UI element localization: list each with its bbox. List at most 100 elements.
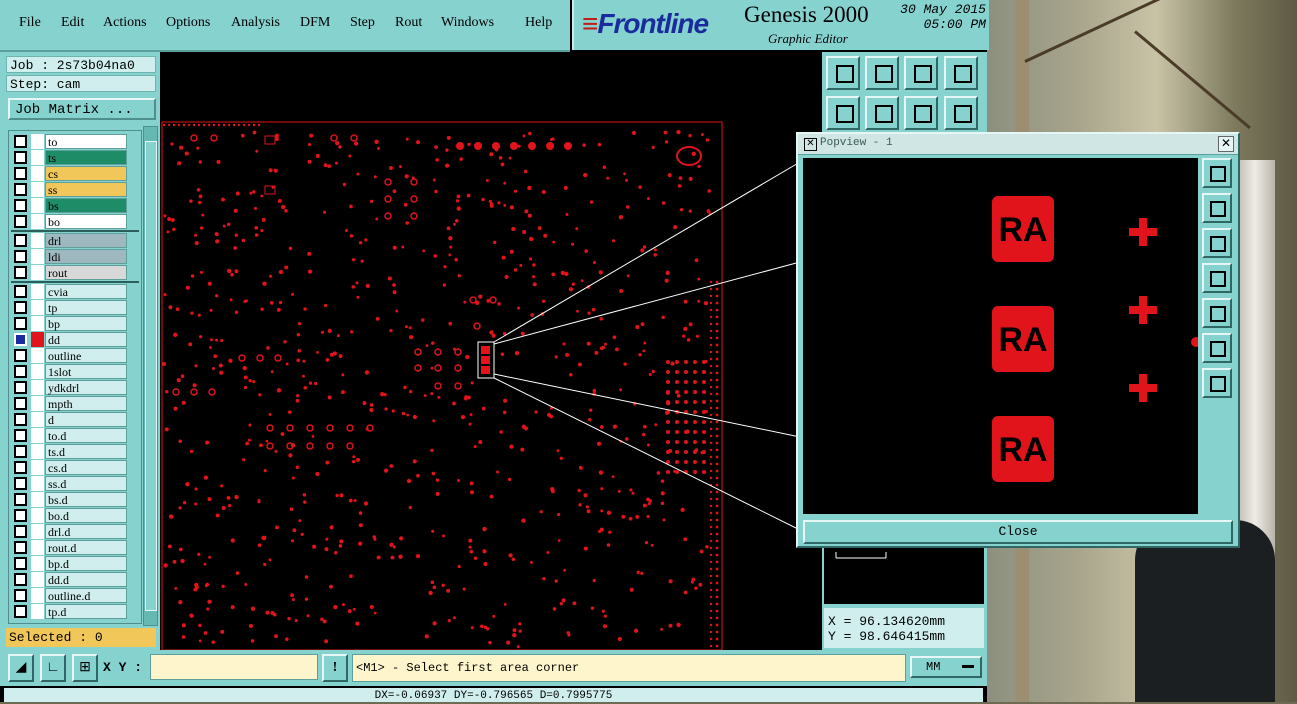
- layer-status-swatch[interactable]: [31, 316, 44, 331]
- layer-row-drl[interactable]: drl: [11, 233, 139, 248]
- layer-checkbox[interactable]: [14, 573, 27, 586]
- layer-name[interactable]: rout: [45, 265, 127, 280]
- layer-name[interactable]: 1slot: [45, 364, 127, 379]
- layer-name[interactable]: outline: [45, 348, 127, 363]
- layer-row-tp-d[interactable]: tp.d: [11, 604, 139, 619]
- layer-checkbox[interactable]: [14, 285, 27, 298]
- layer-name[interactable]: to.d: [45, 428, 127, 443]
- job-matrix-button[interactable]: Job Matrix ...: [8, 98, 156, 120]
- layer-checkbox[interactable]: [14, 333, 27, 346]
- layer-status-swatch[interactable]: [31, 396, 44, 411]
- overview-map[interactable]: [824, 544, 984, 604]
- layer-status-swatch[interactable]: [31, 134, 44, 149]
- layer-row-cs-d[interactable]: cs.d: [11, 460, 139, 475]
- layer-checkbox[interactable]: [14, 301, 27, 314]
- layer-checkbox[interactable]: [14, 381, 27, 394]
- layer-name[interactable]: cvia: [45, 284, 127, 299]
- layer-row-tp[interactable]: tp: [11, 300, 139, 315]
- layer-status-swatch[interactable]: [31, 604, 44, 619]
- popview-shrink-tool[interactable]: [1202, 368, 1232, 398]
- layer-name[interactable]: ts: [45, 150, 127, 165]
- units-selector[interactable]: MM: [910, 656, 982, 678]
- popview-zoom-in-tool[interactable]: [1202, 193, 1232, 223]
- layer-checkbox[interactable]: [14, 234, 27, 247]
- popview-titlebar[interactable]: ✕ Popview - 1 ✕: [798, 134, 1238, 155]
- layer-status-swatch[interactable]: [31, 380, 44, 395]
- layer-status-swatch[interactable]: [31, 233, 44, 248]
- layer-checkbox[interactable]: [14, 493, 27, 506]
- layer-name[interactable]: d: [45, 412, 127, 427]
- layer-checkbox[interactable]: [14, 525, 27, 538]
- layer-name[interactable]: ss.d: [45, 476, 127, 491]
- xy-input[interactable]: [150, 654, 318, 680]
- angle-tool-button[interactable]: ∟: [40, 654, 66, 682]
- layer-name[interactable]: tp: [45, 300, 127, 315]
- layer-status-swatch[interactable]: [31, 524, 44, 539]
- layer-status-swatch[interactable]: [31, 556, 44, 571]
- alert-button[interactable]: !: [322, 654, 348, 682]
- layer-status-swatch[interactable]: [31, 332, 44, 347]
- layer-name[interactable]: tp.d: [45, 604, 127, 619]
- zoom-out-tool[interactable]: [865, 56, 899, 90]
- layer-row-d[interactable]: d: [11, 412, 139, 427]
- layer-status-swatch[interactable]: [31, 508, 44, 523]
- layer-checkbox[interactable]: [14, 167, 27, 180]
- layer-name[interactable]: drl.d: [45, 524, 127, 539]
- home-view-tool[interactable]: [904, 56, 938, 90]
- layer-checkbox[interactable]: [14, 477, 27, 490]
- layer-row-ydkdrl[interactable]: ydkdrl: [11, 380, 139, 395]
- layer-status-swatch[interactable]: [31, 460, 44, 475]
- layer-name[interactable]: dd.d: [45, 572, 127, 587]
- layer-row-mpth[interactable]: mpth: [11, 396, 139, 411]
- graphic-canvas[interactable]: [160, 52, 822, 651]
- layer-status-swatch[interactable]: [31, 265, 44, 280]
- menu-edit[interactable]: Edit: [61, 15, 84, 31]
- menu-rout[interactable]: Rout: [395, 15, 422, 31]
- popview-pan-left-tool[interactable]: [1202, 263, 1232, 293]
- layer-status-swatch[interactable]: [31, 364, 44, 379]
- layer-name[interactable]: to: [45, 134, 127, 149]
- layer-status-swatch[interactable]: [31, 492, 44, 507]
- layer-row-bp[interactable]: bp: [11, 316, 139, 331]
- layer-name[interactable]: outline.d: [45, 588, 127, 603]
- layer-name[interactable]: drl: [45, 233, 127, 248]
- layer-row-bp-d[interactable]: bp.d: [11, 556, 139, 571]
- layer-name[interactable]: bo.d: [45, 508, 127, 523]
- menu-step[interactable]: Step: [350, 15, 375, 31]
- close-button[interactable]: Close: [803, 520, 1233, 544]
- layer-status-swatch[interactable]: [31, 412, 44, 427]
- layer-status-swatch[interactable]: [31, 476, 44, 491]
- layer-row-bo[interactable]: bo: [11, 214, 139, 229]
- close-icon[interactable]: ✕: [1218, 136, 1234, 152]
- layer-status-swatch[interactable]: [31, 166, 44, 181]
- layer-checkbox[interactable]: [14, 589, 27, 602]
- layer-status-swatch[interactable]: [31, 300, 44, 315]
- layer-status-swatch[interactable]: [31, 572, 44, 587]
- layer-row-to[interactable]: to: [11, 134, 139, 149]
- layer-checkbox[interactable]: [14, 250, 27, 263]
- layer-name[interactable]: ts.d: [45, 444, 127, 459]
- layer-checkbox[interactable]: [14, 215, 27, 228]
- menu-actions[interactable]: Actions: [103, 15, 147, 31]
- popview-pan-right-tool[interactable]: [1202, 298, 1232, 328]
- layer-row-1slot[interactable]: 1slot: [11, 364, 139, 379]
- menu-options[interactable]: Options: [166, 15, 210, 31]
- layer-row-dd[interactable]: dd: [11, 332, 139, 347]
- layer-row-ts[interactable]: ts: [11, 150, 139, 165]
- layer-row-rout-d[interactable]: rout.d: [11, 540, 139, 555]
- layer-name[interactable]: bo: [45, 214, 127, 229]
- layer-checkbox[interactable]: [14, 135, 27, 148]
- menu-help[interactable]: Help: [525, 15, 552, 31]
- layer-name[interactable]: cs: [45, 166, 127, 181]
- layer-checkbox[interactable]: [14, 199, 27, 212]
- pan-left-tool[interactable]: [826, 96, 860, 130]
- popview-canvas[interactable]: RA RA RA: [803, 158, 1201, 514]
- layer-name[interactable]: mpth: [45, 396, 127, 411]
- layer-status-swatch[interactable]: [31, 588, 44, 603]
- layer-checkbox[interactable]: [14, 151, 27, 164]
- grid-tool[interactable]: [944, 56, 978, 90]
- layer-checkbox[interactable]: [14, 266, 27, 279]
- layer-row-drl-d[interactable]: drl.d: [11, 524, 139, 539]
- layer-checkbox[interactable]: [14, 509, 27, 522]
- layer-row-to-d[interactable]: to.d: [11, 428, 139, 443]
